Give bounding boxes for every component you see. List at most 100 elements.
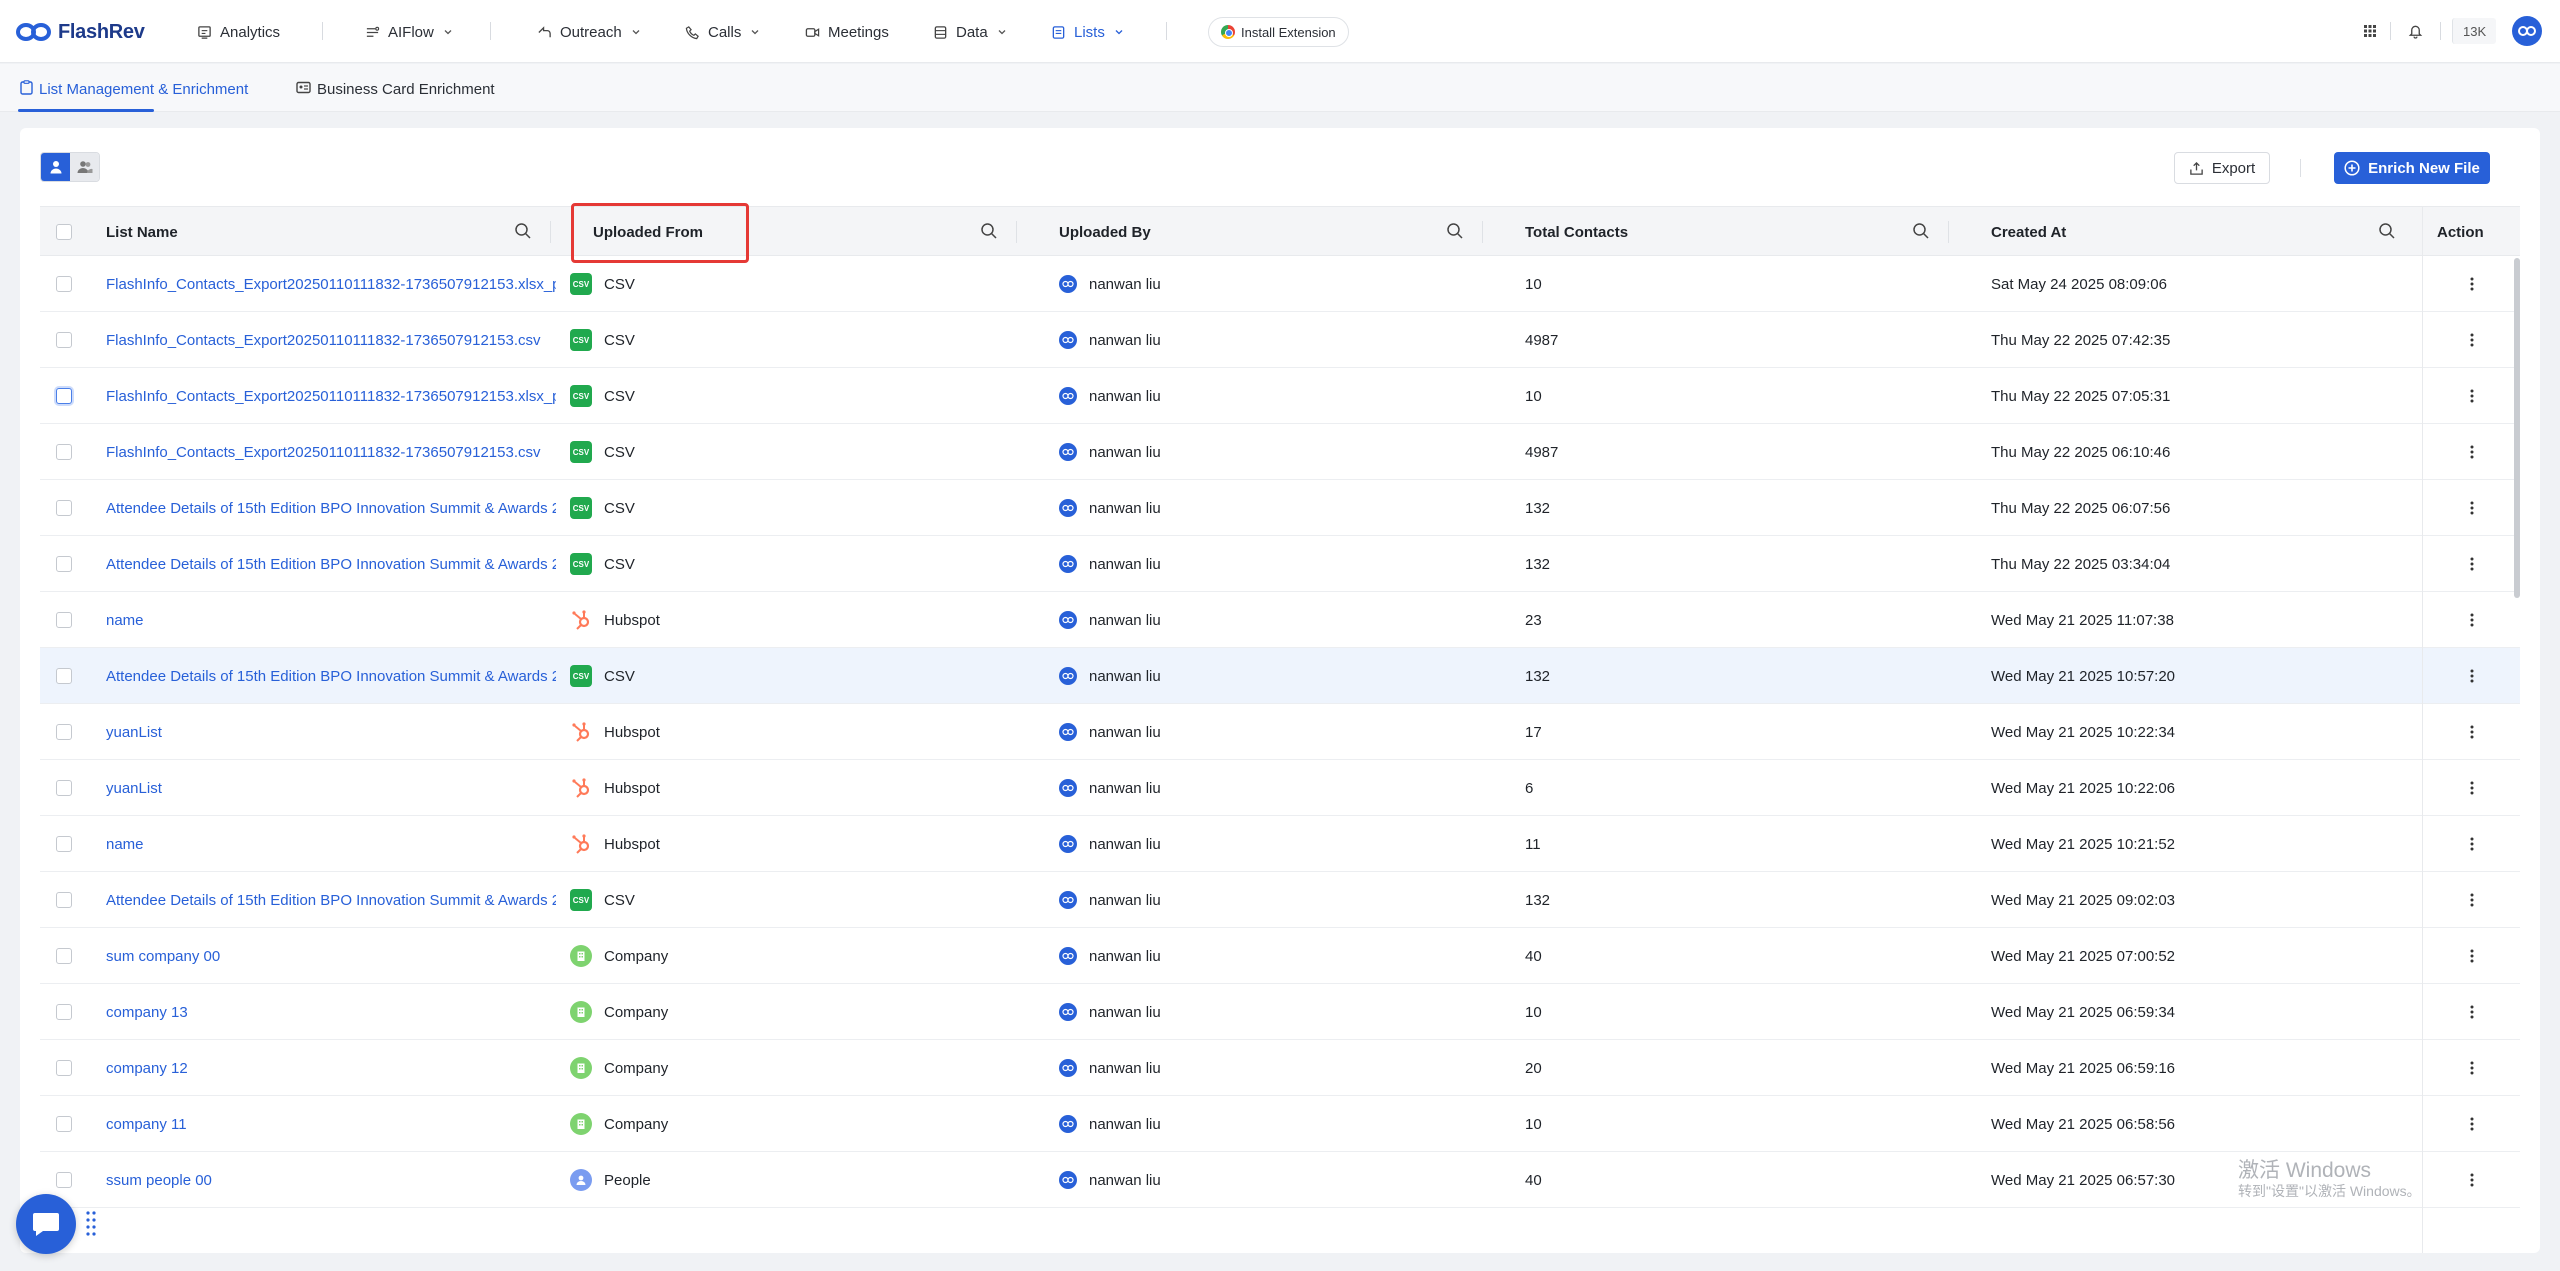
column-header-total-contacts[interactable]: Total Contacts [1525, 207, 1628, 257]
install-extension-button[interactable]: Install Extension [1208, 17, 1349, 47]
nav-outreach[interactable]: Outreach [536, 20, 642, 44]
row-checkbox[interactable] [56, 668, 72, 684]
column-header-created-at[interactable]: Created At [1991, 207, 2066, 257]
tab-business-card[interactable]: Business Card Enrichment [296, 78, 495, 100]
table-row[interactable]: yuanList Hubspot nanwan liu 17 Wed May 21 20… [40, 704, 2520, 760]
chrome-icon [1221, 25, 1235, 39]
group-view-toggle[interactable] [70, 153, 99, 181]
row-checkbox[interactable] [56, 444, 72, 460]
list-name-link[interactable]: ssum people 00 [106, 1152, 556, 1208]
bell-icon[interactable] [2404, 20, 2426, 42]
row-checkbox[interactable] [56, 780, 72, 796]
credits-badge[interactable]: 13K [2452, 18, 2497, 44]
row-checkbox[interactable] [56, 388, 72, 404]
list-name-link[interactable]: Attendee Details of 15th Edition BPO Inn… [106, 480, 556, 536]
row-checkbox[interactable] [56, 836, 72, 852]
table-row[interactable]: Attendee Details of 15th Edition BPO Inn… [40, 536, 2520, 592]
list-name-link[interactable]: FlashInfo_Contacts_Export20250110111832-… [106, 424, 556, 480]
table-row[interactable]: yuanList Hubspot nanwan liu 6 Wed May 21 202… [40, 760, 2520, 816]
nav-data[interactable]: Data [932, 20, 1008, 44]
nav-calls[interactable]: Calls [684, 20, 761, 44]
search-icon[interactable] [980, 222, 998, 240]
column-header-list-name[interactable]: List Name [106, 207, 178, 257]
row-checkbox[interactable] [56, 612, 72, 628]
list-name-link[interactable]: company 13 [106, 984, 556, 1040]
app-logo[interactable]: FlashRev [16, 18, 145, 46]
apps-grid-icon[interactable] [2359, 20, 2381, 42]
chevron-down-icon [630, 26, 642, 38]
people-icon [570, 1169, 592, 1191]
user-avatar-icon [1059, 835, 1077, 853]
table-row[interactable]: Attendee Details of 15th Edition BPO Inn… [40, 648, 2520, 704]
list-name-link[interactable]: FlashInfo_Contacts_Export20250110111832-… [106, 256, 556, 312]
table-row[interactable]: sum company 00 Company nanwan liu 40 Wed May… [40, 928, 2520, 984]
table-row[interactable]: company 12 Company nanwan liu 20 Wed May 21 … [40, 1040, 2520, 1096]
table-row[interactable]: company 13 Company nanwan liu 10 Wed May 21 … [40, 984, 2520, 1040]
table-row[interactable]: Attendee Details of 15th Edition BPO Inn… [40, 480, 2520, 536]
list-name-link[interactable]: FlashInfo_Contacts_Export20250110111832-… [106, 368, 556, 424]
user-avatar-icon [1059, 1171, 1077, 1189]
enrich-new-file-button[interactable]: Enrich New File [2334, 152, 2490, 184]
nav-meetings[interactable]: Meetings [804, 20, 889, 44]
nav-aiflow[interactable]: AIFlow [364, 20, 454, 44]
table-row[interactable]: ssum people 00 People nanwan liu 40 Wed May … [40, 1152, 2520, 1208]
nav-divider [322, 22, 323, 40]
list-name-link[interactable]: Attendee Details of 15th Edition BPO Inn… [106, 648, 556, 704]
select-all-checkbox[interactable] [56, 224, 72, 240]
source-label: CSV [604, 275, 635, 293]
list-name-link[interactable]: yuanList [106, 760, 556, 816]
table-row[interactable]: FlashInfo_Contacts_Export20250110111832-… [40, 312, 2520, 368]
table-row[interactable]: FlashInfo_Contacts_Export20250110111832-… [40, 424, 2520, 480]
table-row[interactable]: Attendee Details of 15th Edition BPO Inn… [40, 872, 2520, 928]
row-checkbox[interactable] [56, 1172, 72, 1188]
row-checkbox[interactable] [56, 948, 72, 964]
company-icon [570, 1113, 592, 1135]
row-checkbox[interactable] [56, 1116, 72, 1132]
row-checkbox[interactable] [56, 724, 72, 740]
list-name-link[interactable]: FlashInfo_Contacts_Export20250110111832-… [106, 312, 556, 368]
table-row[interactable]: FlashInfo_Contacts_Export20250110111832-… [40, 368, 2520, 424]
uploaded-from-cell: CSV CSV [570, 480, 635, 536]
search-icon[interactable] [514, 222, 532, 240]
search-icon[interactable] [1912, 222, 1930, 240]
export-button[interactable]: Export [2174, 152, 2270, 184]
drag-handle-icon[interactable] [86, 1210, 96, 1238]
table-row[interactable]: name Hubspot nanwan liu 11 Wed May 21 2025 1… [40, 816, 2520, 872]
chat-support-button[interactable] [16, 1194, 76, 1254]
nav-lists[interactable]: Lists [1050, 20, 1125, 44]
tab-list-management[interactable]: List Management & Enrichment [20, 78, 248, 100]
uploader-name: nanwan liu [1089, 555, 1161, 573]
row-checkbox[interactable] [56, 1060, 72, 1076]
uploader-name: nanwan liu [1089, 947, 1161, 965]
list-name-link[interactable]: Attendee Details of 15th Edition BPO Inn… [106, 536, 556, 592]
table-row[interactable]: name Hubspot nanwan liu 23 Wed May 21 2025 1… [40, 592, 2520, 648]
list-name-link[interactable]: yuanList [106, 704, 556, 760]
created-at-cell: Thu May 22 2025 07:05:31 [1991, 387, 2171, 405]
uploaded-from-cell: CSV CSV [570, 312, 635, 368]
list-name-link[interactable]: sum company 00 [106, 928, 556, 984]
table-row[interactable]: FlashInfo_Contacts_Export20250110111832-… [40, 256, 2520, 312]
row-checkbox[interactable] [56, 276, 72, 292]
nav-analytics[interactable]: Analytics [196, 20, 280, 44]
list-name-link[interactable]: name [106, 592, 556, 648]
table-row[interactable]: company 11 Company nanwan liu 10 Wed May 21 … [40, 1096, 2520, 1152]
search-icon[interactable] [2378, 222, 2396, 240]
column-header-uploaded-by[interactable]: Uploaded By [1059, 207, 1151, 257]
list-name-link[interactable]: name [106, 816, 556, 872]
row-checkbox[interactable] [56, 892, 72, 908]
nav-label: Data [956, 23, 988, 41]
row-checkbox[interactable] [56, 332, 72, 348]
export-icon [2190, 161, 2203, 175]
row-checkbox[interactable] [56, 500, 72, 516]
search-icon[interactable] [1446, 222, 1464, 240]
avatar[interactable] [2512, 16, 2542, 46]
list-name-link[interactable]: Attendee Details of 15th Edition BPO Inn… [106, 872, 556, 928]
list-name-link[interactable]: company 12 [106, 1040, 556, 1096]
vertical-scrollbar[interactable] [2514, 258, 2520, 598]
person-view-toggle[interactable] [41, 153, 70, 181]
uploaded-from-cell: CSV CSV [570, 536, 635, 592]
uploaded-by-cell: nanwan liu [1059, 872, 1161, 928]
row-checkbox[interactable] [56, 1004, 72, 1020]
list-name-link[interactable]: company 11 [106, 1096, 556, 1152]
row-checkbox[interactable] [56, 556, 72, 572]
